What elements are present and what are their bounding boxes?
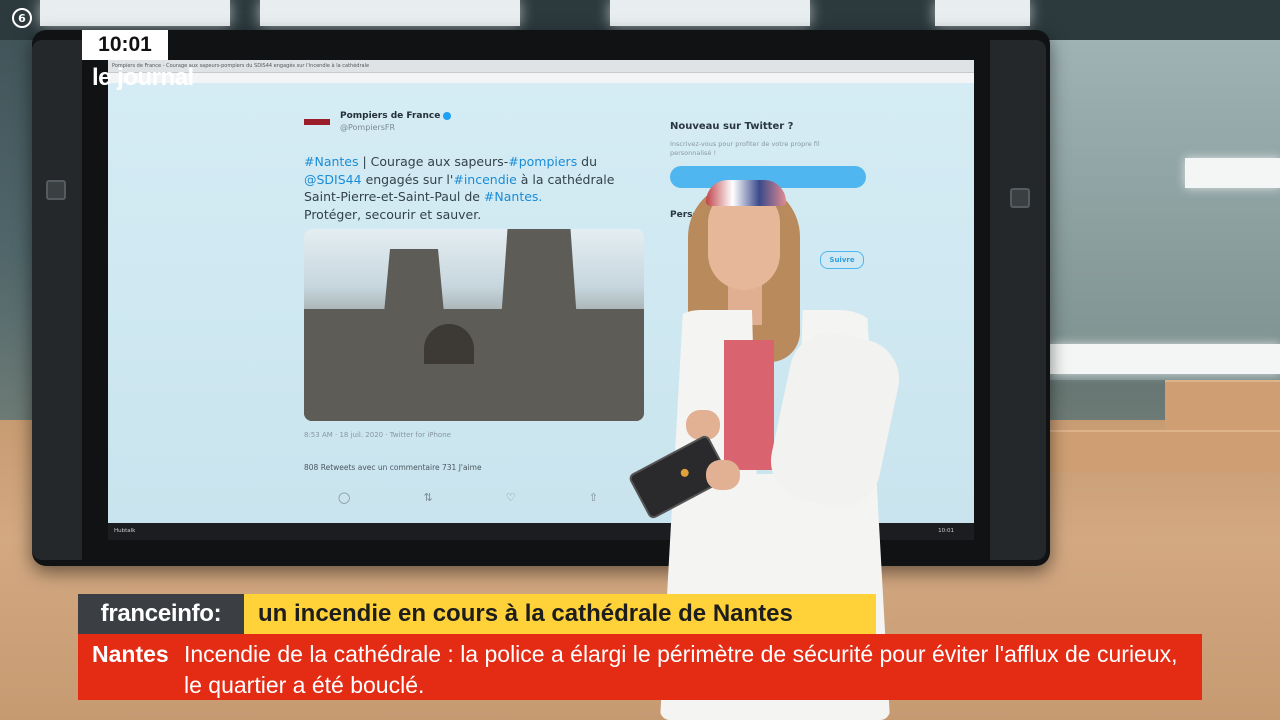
- show-name: le journal: [92, 64, 194, 91]
- reply-icon[interactable]: ◯: [338, 491, 350, 504]
- ceiling-light: [935, 0, 1030, 26]
- wood-block: [1048, 430, 1280, 472]
- presenter-headband: [706, 180, 786, 206]
- hashtag-link[interactable]: #incendie: [453, 172, 516, 187]
- mention-link[interactable]: @SDIS44: [304, 172, 362, 187]
- tweet-text: #Nantes | Courage aux sapeurs-#pompiers …: [304, 154, 615, 222]
- taskbar-clock: 10:01: [938, 528, 954, 534]
- window-light-bar: [1050, 344, 1280, 374]
- tablet-dot: [679, 467, 691, 479]
- news-ticker: Nantes Incendie de la cathédrale : la po…: [78, 634, 1202, 700]
- sensor-icon: [1010, 188, 1030, 208]
- sidebar-note: Inscrivez-vous pour profiter de votre pr…: [670, 140, 820, 157]
- ceiling-light: [40, 0, 230, 26]
- cathedral-facade: [304, 309, 644, 421]
- clock-badge: 10:01: [82, 30, 168, 60]
- ceiling-light: [610, 0, 810, 26]
- tweet-timestamp[interactable]: 8:53 AM · 18 juil. 2020 · Twitter for iP…: [304, 431, 451, 439]
- pompiers-logo: [304, 119, 330, 125]
- channel-logo: 6: [12, 8, 32, 28]
- headline-text: un incendie en cours à la cathédrale de …: [244, 594, 876, 634]
- sidebar-title: Nouveau sur Twitter ?: [670, 121, 794, 132]
- ceiling-light: [260, 0, 520, 26]
- tweet-author-name[interactable]: Pompiers de France: [340, 111, 452, 121]
- presenter-hand: [706, 460, 740, 490]
- sensor-icon: [46, 180, 66, 200]
- ticker-text: Incendie de la cathédrale : la police a …: [184, 641, 1178, 698]
- headline-bar: franceinfo: un incendie en cours à la ca…: [78, 594, 876, 634]
- browser-tab[interactable]: Pompiers de France - Courage aux sapeurs…: [108, 60, 974, 73]
- share-icon[interactable]: ⇧: [589, 491, 598, 504]
- franceinfo-brand: franceinfo:: [78, 594, 244, 634]
- tweet-author-handle[interactable]: @PompiersFR: [340, 123, 395, 132]
- hashtag-link[interactable]: #pompiers: [508, 154, 577, 169]
- screen-side-left: [32, 40, 82, 560]
- hashtag-link[interactable]: #Nantes: [304, 154, 359, 169]
- like-icon[interactable]: ♡: [506, 491, 516, 504]
- tweet-actions: ◯ ⇅ ♡ ⇧: [338, 491, 598, 504]
- screen-side-right: [990, 40, 1046, 560]
- studio-window: [1040, 40, 1280, 380]
- tweet-stats[interactable]: 808 Retweets avec un commentaire 731 J'a…: [304, 463, 482, 472]
- presenter-top: [724, 340, 774, 470]
- taskbar-app[interactable]: Hubtalk: [108, 528, 135, 534]
- hashtag-link[interactable]: #Nantes.: [484, 189, 542, 204]
- retweet-icon[interactable]: ⇅: [423, 491, 432, 504]
- tweet-photo-cathedral[interactable]: [304, 229, 644, 421]
- window-light-bar: [1185, 158, 1280, 188]
- verified-icon: [443, 111, 452, 120]
- ticker-label: Nantes: [92, 641, 169, 667]
